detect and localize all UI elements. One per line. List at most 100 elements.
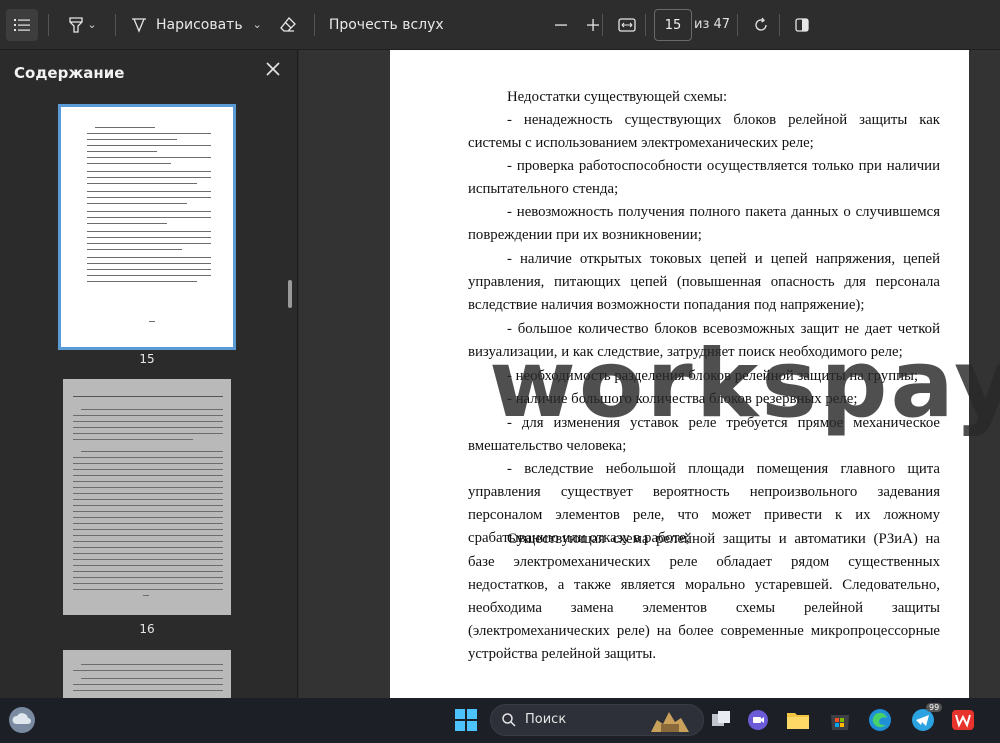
highlight-button[interactable]: ⌄	[59, 9, 105, 41]
thumb-text-line	[73, 577, 223, 578]
thumb-text-line	[87, 171, 211, 172]
thumb-text-line	[87, 177, 211, 178]
read-aloud-label: Прочесть вслух	[328, 16, 444, 33]
thumb-text-line	[73, 463, 223, 464]
toolbar-separator	[115, 13, 116, 36]
zoom-out-button[interactable]	[545, 9, 577, 41]
wps-office-app[interactable]	[950, 707, 976, 733]
document-page: Недостатки существующей схемы: - ненадеж…	[390, 50, 969, 698]
weather-widget[interactable]	[9, 707, 35, 733]
thumb-text-line	[87, 275, 211, 276]
sidebar-scrollbar[interactable]	[288, 280, 292, 308]
page-thumbnail-label: 15	[139, 352, 155, 366]
thumb-text-line	[143, 595, 149, 596]
thumb-text-line	[73, 469, 223, 470]
thumb-text-line	[73, 529, 223, 530]
eraser-icon	[279, 16, 296, 32]
thumb-text-line	[73, 415, 223, 416]
fit-width-icon	[618, 18, 636, 32]
doc-paragraph: - ненадежность существующих блоков релей…	[468, 112, 940, 151]
thumb-text-line	[87, 133, 211, 134]
thumb-text-line	[73, 565, 223, 566]
close-contents-button[interactable]	[262, 58, 284, 80]
toolbar-separator	[645, 14, 646, 36]
chat-app[interactable]	[745, 707, 771, 733]
eraser-button[interactable]	[272, 9, 304, 41]
start-button[interactable]	[453, 707, 479, 733]
task-view-button[interactable]	[708, 707, 734, 733]
thumb-text-line	[87, 231, 211, 232]
page-number-input[interactable]	[654, 9, 692, 41]
thumb-text-line	[73, 517, 223, 518]
thumb-text-line	[87, 217, 211, 218]
chevron-down-icon: ⌄	[87, 18, 97, 31]
doc-paragraph: Недостатки существующей схемы:	[507, 89, 728, 105]
store-app[interactable]	[827, 707, 853, 733]
thumb-text-line	[149, 321, 155, 322]
thumb-text-line	[73, 559, 223, 560]
task-view-icon	[712, 711, 730, 726]
page-thumbnail-16[interactable]	[63, 379, 231, 615]
read-aloud-button[interactable]: Прочесть вслух	[325, 9, 448, 41]
edge-browser-app[interactable]	[867, 707, 893, 733]
thumb-text-line	[87, 197, 211, 198]
thumb-text-line	[73, 690, 223, 691]
toolbar-separator	[602, 14, 603, 36]
thumb-text-line	[73, 523, 223, 524]
minus-icon	[555, 24, 567, 26]
taskbar: Поиск 99	[0, 698, 1000, 743]
doc-paragraph: - наличие открытых токовых цепей и цепей…	[468, 251, 940, 313]
thumb-text-line	[73, 493, 223, 494]
doc-paragraph: - проверка работоспособности осуществляе…	[468, 158, 940, 197]
cloud-icon	[12, 713, 31, 724]
draw-button[interactable]: Нарисовать ⌄	[126, 9, 266, 41]
thumb-text-line	[73, 439, 193, 440]
thumb-text-line	[73, 541, 223, 542]
thumb-text-line	[87, 211, 211, 212]
taskbar-search[interactable]: Поиск	[490, 704, 704, 736]
rotate-button[interactable]	[745, 9, 777, 41]
two-page-icon	[795, 18, 809, 32]
thumb-text-line	[87, 183, 197, 184]
video-chat-icon	[748, 710, 768, 730]
thumb-text-line	[73, 475, 223, 476]
doc-paragraph: Существующая схема релейной защиты и авт…	[468, 531, 940, 662]
doc-paragraph: - наличие большого количества блоков рез…	[507, 391, 858, 407]
thumb-text-line	[87, 157, 211, 158]
telegram-app[interactable]: 99	[910, 703, 943, 733]
search-icon	[502, 713, 516, 727]
contents-toggle-button[interactable]	[6, 8, 38, 41]
page-thumbnail-label: 16	[139, 622, 155, 636]
zoom-in-button[interactable]	[577, 9, 609, 41]
toolbar-separator	[779, 14, 780, 36]
file-explorer-app[interactable]	[785, 707, 811, 733]
list-icon	[14, 18, 30, 31]
thumb-text-line	[81, 678, 223, 679]
page-view-button[interactable]	[786, 9, 818, 41]
thumb-text-line	[87, 203, 187, 204]
doc-paragraph: - для изменения уставок реле требуется п…	[468, 415, 940, 454]
thumb-text-line	[87, 191, 211, 192]
thumb-text-line	[73, 457, 223, 458]
fit-to-width-button[interactable]	[611, 9, 643, 41]
thumb-text-line	[73, 583, 223, 584]
thumb-text-line	[73, 535, 223, 536]
document-viewer: Недостатки существующей схемы: - ненадеж…	[299, 50, 1000, 698]
close-icon	[266, 62, 280, 76]
thumb-text-line	[87, 243, 211, 244]
thumb-text-line	[73, 589, 223, 590]
toolbar-separator	[737, 14, 738, 36]
thumb-text-line	[73, 684, 223, 685]
toolbar-separator	[313, 13, 315, 36]
thumb-text-line	[73, 547, 223, 548]
thumb-text-line	[87, 223, 167, 224]
thumb-text-line	[73, 487, 223, 488]
plus-icon	[587, 19, 599, 31]
thumb-text-line	[81, 664, 223, 665]
page-thumbnail-15[interactable]	[58, 104, 236, 350]
chevron-down-icon: ⌄	[252, 18, 262, 31]
thumb-text-line	[87, 163, 171, 164]
page-thumbnail-17[interactable]	[63, 650, 231, 698]
toolbar: ⌄ Нарисовать ⌄ Прочесть вслух из 47	[0, 0, 1000, 50]
doc-paragraph: - большое количество блоков всевозможных…	[468, 321, 940, 360]
